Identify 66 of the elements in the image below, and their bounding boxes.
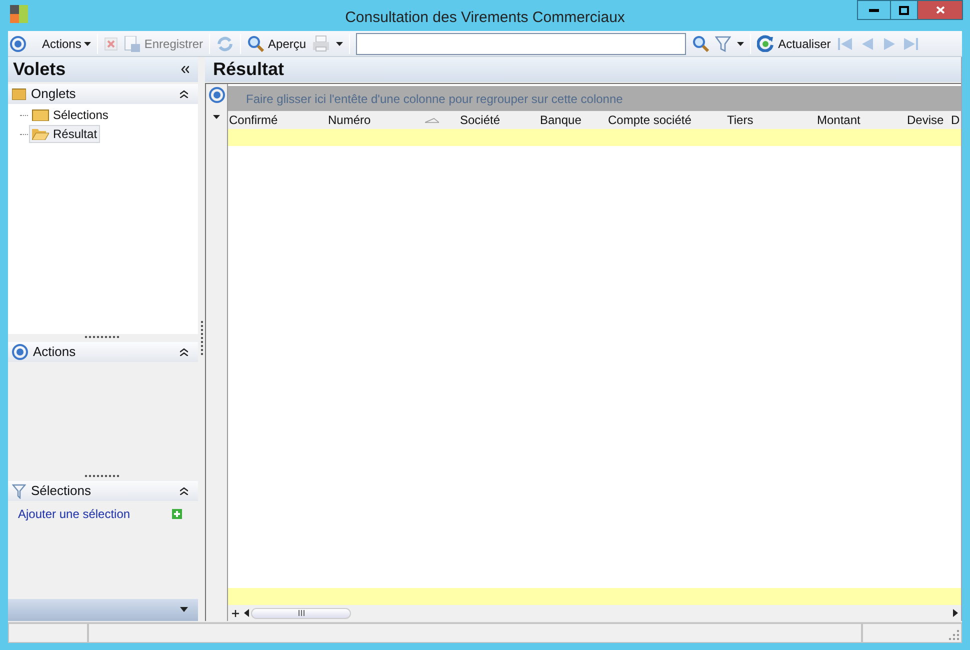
pane-header[interactable]: Onglets xyxy=(8,84,198,104)
actions-menu-button[interactable]: Actions xyxy=(42,32,92,54)
column-header[interactable]: Devise xyxy=(906,111,950,129)
refresh-icon xyxy=(757,35,774,52)
search-field[interactable] xyxy=(356,32,686,54)
open-folder-icon xyxy=(32,128,49,140)
window-title: Consultation des Virements Commerciaux xyxy=(345,8,625,28)
caret-icon xyxy=(336,42,344,46)
plus-icon xyxy=(232,610,238,616)
funnel-icon xyxy=(715,35,732,52)
column-header[interactable]: Numéro xyxy=(327,111,459,129)
column-header[interactable]: Confirmé xyxy=(228,111,327,129)
grip-icon xyxy=(298,610,304,616)
column-header[interactable]: Montant xyxy=(816,111,906,129)
add-icon xyxy=(172,509,182,520)
double-chevron-up-icon xyxy=(180,487,188,496)
tree-item[interactable]: Sélections xyxy=(29,106,112,124)
column-header[interactable]: Tiers xyxy=(726,111,816,129)
close-icon xyxy=(936,6,944,14)
scroll-right-icon xyxy=(953,609,958,617)
caret-down-icon xyxy=(213,115,220,119)
minimize-icon xyxy=(869,8,879,12)
target-icon xyxy=(10,36,26,52)
funnel-icon xyxy=(12,483,26,500)
resize-grip-icon xyxy=(949,630,959,640)
double-chevron-up-icon xyxy=(180,90,188,98)
maximize-icon xyxy=(899,6,909,14)
caret-icon xyxy=(84,42,92,46)
panel-title: Résultat xyxy=(213,58,284,81)
magnifier-icon xyxy=(247,35,264,52)
column-header[interactable]: Société xyxy=(459,111,539,129)
sidebar-title: Volets xyxy=(13,58,66,81)
app-logo-icon xyxy=(10,4,28,22)
add-selection-link[interactable]: Ajouter une sélection xyxy=(18,505,130,524)
caret-down-icon xyxy=(180,607,188,612)
refresh-button[interactable]: Actualiser xyxy=(757,32,831,54)
splitter-grip-icon xyxy=(85,336,121,338)
column-header[interactable]: Compte société xyxy=(607,111,726,129)
delete-icon xyxy=(104,36,118,50)
preview-button[interactable]: Aperçu xyxy=(247,32,306,54)
tree-item[interactable]: Résultat xyxy=(29,125,100,144)
sync-arrows-icon xyxy=(216,34,234,52)
save-document-icon xyxy=(124,36,140,52)
column-header[interactable]: Banque xyxy=(539,111,607,129)
last-page-icon xyxy=(902,36,919,52)
folder-icon xyxy=(32,109,49,122)
search-icon xyxy=(692,35,710,52)
pane-header[interactable]: Sélections xyxy=(8,481,198,502)
folder-icon xyxy=(12,88,26,100)
splitter-grip-icon xyxy=(85,475,121,478)
double-chevron-left-icon xyxy=(181,66,189,73)
close-button[interactable] xyxy=(917,0,963,20)
caret-icon xyxy=(737,42,744,46)
sort-ascending-icon xyxy=(425,118,439,122)
minimize-button[interactable] xyxy=(857,0,891,20)
target-icon xyxy=(208,87,224,103)
pane-header[interactable]: Actions xyxy=(8,342,198,362)
maximize-button[interactable] xyxy=(891,0,917,20)
first-page-icon xyxy=(836,36,853,52)
column-header[interactable]: D xyxy=(950,111,961,129)
scrollbar-thumb[interactable] xyxy=(251,608,351,618)
group-by-hint: Faire glisser ici l'entête d'une colonne pour regrouper sur cette colonne xyxy=(246,90,623,108)
target-icon xyxy=(12,344,28,360)
double-chevron-up-icon xyxy=(180,348,188,356)
scroll-left-icon xyxy=(244,609,249,617)
printer-icon xyxy=(312,35,330,52)
